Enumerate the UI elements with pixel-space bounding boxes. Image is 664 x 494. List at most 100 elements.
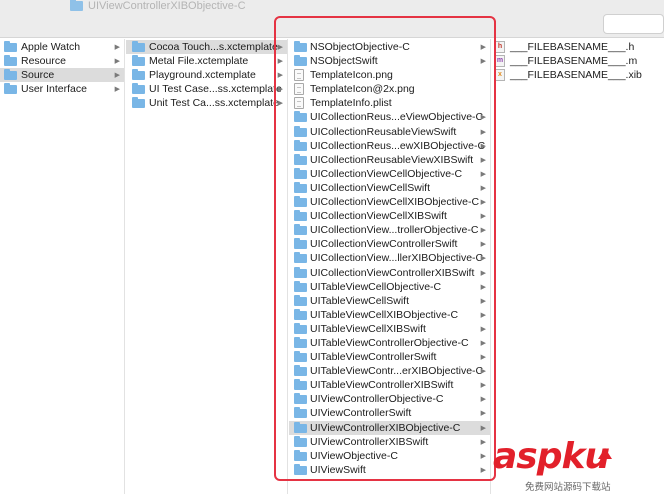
col4-item[interactable]: h ___FILEBASENAME___.h — [492, 40, 664, 54]
col3-item-label: UITableViewContr...erXIBObjective-C — [310, 365, 484, 378]
col3-item-label: UICollectionViewControllerSwift — [310, 238, 458, 251]
browser-column-1[interactable]: Apple Watch ▶ Resource ▶ Source ▶ User Interfa… — [0, 39, 125, 494]
col3-item[interactable]: UIViewControllerObjective-C ▶ — [289, 392, 490, 406]
col3-item-label: UITableViewControllerXIBSwift — [310, 379, 454, 392]
col3-item[interactable]: UITableViewContr...erXIBObjective-C ▶ — [289, 364, 490, 378]
col4-item-label: ___FILEBASENAME___.xib — [510, 69, 642, 81]
col3-item-label: UICollectionViewCellObjective-C — [310, 167, 463, 180]
col4-item-label: ___FILEBASENAME___.h — [510, 41, 635, 53]
folder-icon — [294, 196, 307, 208]
col3-item[interactable]: NSObjectSwift ▶ — [289, 54, 490, 68]
chevron-right-icon: ▶ — [277, 58, 283, 65]
col3-item[interactable]: UITableViewCellObjective-C ▶ — [289, 280, 490, 294]
col3-item-label: UIViewControllerObjective-C — [310, 393, 444, 406]
col3-item-label: UITableViewCellObjective-C — [310, 280, 442, 293]
col3-item[interactable]: UIViewSwift ▶ — [289, 463, 490, 477]
folder-icon — [294, 153, 307, 165]
col2-item[interactable]: Cocoa Touch...s.xctemplate ▶ — [126, 40, 287, 54]
chevron-right-icon: ▶ — [480, 297, 486, 305]
chevron-right-icon: ▶ — [480, 311, 486, 319]
col1-item[interactable]: User Interface ▶ — [0, 82, 124, 96]
col3-item[interactable]: UICollectionReusableViewXIBSwift ▶ — [289, 153, 490, 167]
col3-item[interactable]: UICollectionViewCellSwift ▶ — [289, 181, 490, 195]
col3-item[interactable]: UIViewObjective-C ▶ — [289, 449, 490, 463]
col3-item[interactable]: UICollectionViewCellXIBSwift ▶ — [289, 209, 490, 223]
col3-item[interactable]: UITableViewControllerXIBSwift ▶ — [289, 378, 490, 392]
col3-item[interactable]: UICollectionViewCellXIBObjective-C ▶ — [289, 195, 490, 209]
col3-item[interactable]: UICollectionReusableViewSwift ▶ — [289, 125, 490, 139]
folder-icon — [294, 280, 307, 292]
col4-item-label: ___FILEBASENAME___.m — [510, 55, 638, 67]
folder-icon — [294, 421, 307, 433]
col3-item[interactable]: UITableViewControllerObjective-C ▶ — [289, 336, 490, 350]
col3-item[interactable]: UITableViewControllerSwift ▶ — [289, 350, 490, 364]
col2-item[interactable]: Unit Test Ca...ss.xctemplate ▶ — [126, 96, 287, 110]
col2-item[interactable]: Playground.xctemplate ▶ — [126, 68, 287, 82]
col3-item[interactable]: UIViewControllerSwift ▶ — [289, 406, 490, 420]
col1-item[interactable]: Resource ▶ — [0, 54, 124, 68]
folder-icon — [4, 69, 17, 80]
col3-item[interactable]: TemplateInfo.plist — [289, 96, 490, 110]
col3-item[interactable]: UICollectionView...trollerObjective-C ▶ — [289, 223, 490, 237]
chevron-right-icon: ▶ — [480, 354, 486, 362]
folder-icon — [294, 435, 307, 447]
chevron-right-icon: ▶ — [480, 170, 486, 178]
col3-item[interactable]: TemplateIcon.png — [289, 68, 490, 82]
col3-item[interactable]: UICollectionReus...eViewObjective-C ▶ — [289, 110, 490, 124]
folder-icon — [294, 238, 307, 250]
chevron-right-icon: ▶ — [480, 255, 486, 263]
folder-icon — [294, 294, 307, 306]
col3-item[interactable]: UITableViewCellXIBObjective-C ▶ — [289, 308, 490, 322]
col3-item[interactable]: UITableViewCellSwift ▶ — [289, 294, 490, 308]
chevron-right-icon: ▶ — [480, 227, 486, 235]
folder-icon — [70, 0, 83, 11]
folder-icon — [294, 407, 307, 419]
col1-item[interactable]: Source ▶ — [0, 68, 124, 82]
file-icon — [294, 69, 304, 82]
col3-item-label: NSObjectSwift — [310, 55, 378, 68]
folder-icon — [294, 41, 307, 52]
col3-item-label: UICollectionReus...ewXIBObjective-C — [310, 139, 486, 152]
chevron-right-icon: ▶ — [480, 438, 486, 446]
col3-item-label: UICollectionView...llerXIBObjective-C — [310, 252, 484, 265]
chevron-right-icon: ▶ — [114, 86, 120, 93]
chevron-right-icon: ▶ — [480, 156, 486, 164]
col3-item[interactable]: TemplateIcon@2x.png — [289, 82, 490, 96]
folder-icon — [294, 449, 307, 461]
col3-item[interactable]: UICollectionView...llerXIBObjective-C ▶ — [289, 251, 490, 265]
col2-item[interactable]: UI Test Case...ss.xctemplate ▶ — [126, 82, 287, 96]
chevron-right-icon: ▶ — [114, 72, 120, 79]
folder-icon — [294, 111, 307, 123]
col3-item[interactable]: UICollectionViewControllerSwift ▶ — [289, 237, 490, 251]
col2-item[interactable]: Metal File.xctemplate ▶ — [126, 54, 287, 68]
col3-item-label: UITableViewControllerObjective-C — [310, 336, 469, 349]
window-titlebar: UIViewControllerXIBObjective-C — [0, 0, 664, 38]
chevron-right-icon: ▶ — [480, 114, 486, 122]
col2-item-label: Unit Test Ca...ss.xctemplate — [149, 97, 279, 109]
col3-item[interactable]: UIViewControllerXIBObjective-C ▶ — [289, 420, 490, 435]
search-input[interactable] — [603, 14, 664, 34]
col1-item[interactable]: Apple Watch ▶ — [0, 40, 124, 54]
browser-column-4[interactable]: h ___FILEBASENAME___.h m ___FILEBASENAME___… — [492, 39, 664, 494]
col1-item-label: User Interface — [21, 83, 87, 95]
col4-item[interactable]: x ___FILEBASENAME___.xib — [492, 68, 664, 82]
col3-item[interactable]: UICollectionViewControllerXIBSwift ▶ — [289, 266, 490, 280]
browser-column-2[interactable]: Cocoa Touch...s.xctemplate ▶ Metal File.xc… — [126, 39, 288, 494]
chevron-right-icon: ▶ — [480, 199, 486, 207]
browser-column-3[interactable]: NSObjectObjective-C ▶ NSObjectSwift ▶ Templa… — [289, 39, 491, 494]
folder-icon — [132, 83, 145, 94]
col3-item[interactable]: UITableViewCellXIBSwift ▶ — [289, 322, 490, 336]
col3-item-label: UICollectionViewControllerXIBSwift — [310, 266, 475, 279]
col3-item[interactable]: UICollectionReus...ewXIBObjective-C ▶ — [289, 139, 490, 153]
col3-item[interactable]: UIViewControllerXIBSwift ▶ — [289, 435, 490, 449]
chevron-right-icon: ▶ — [480, 283, 486, 291]
folder-icon — [294, 167, 307, 179]
col3-item[interactable]: NSObjectObjective-C ▶ — [289, 40, 490, 54]
col3-item-label: NSObjectObjective-C — [310, 41, 410, 53]
chevron-right-icon: ▶ — [480, 339, 486, 347]
col3-item-label: UITableViewCellSwift — [310, 294, 410, 307]
col2-item-label: UI Test Case...ss.xctemplate — [149, 83, 282, 95]
col4-item[interactable]: m ___FILEBASENAME___.m — [492, 54, 664, 68]
col3-item[interactable]: UICollectionViewCellObjective-C ▶ — [289, 167, 490, 181]
col3-item-label: UIViewControllerXIBObjective-C — [310, 421, 461, 434]
